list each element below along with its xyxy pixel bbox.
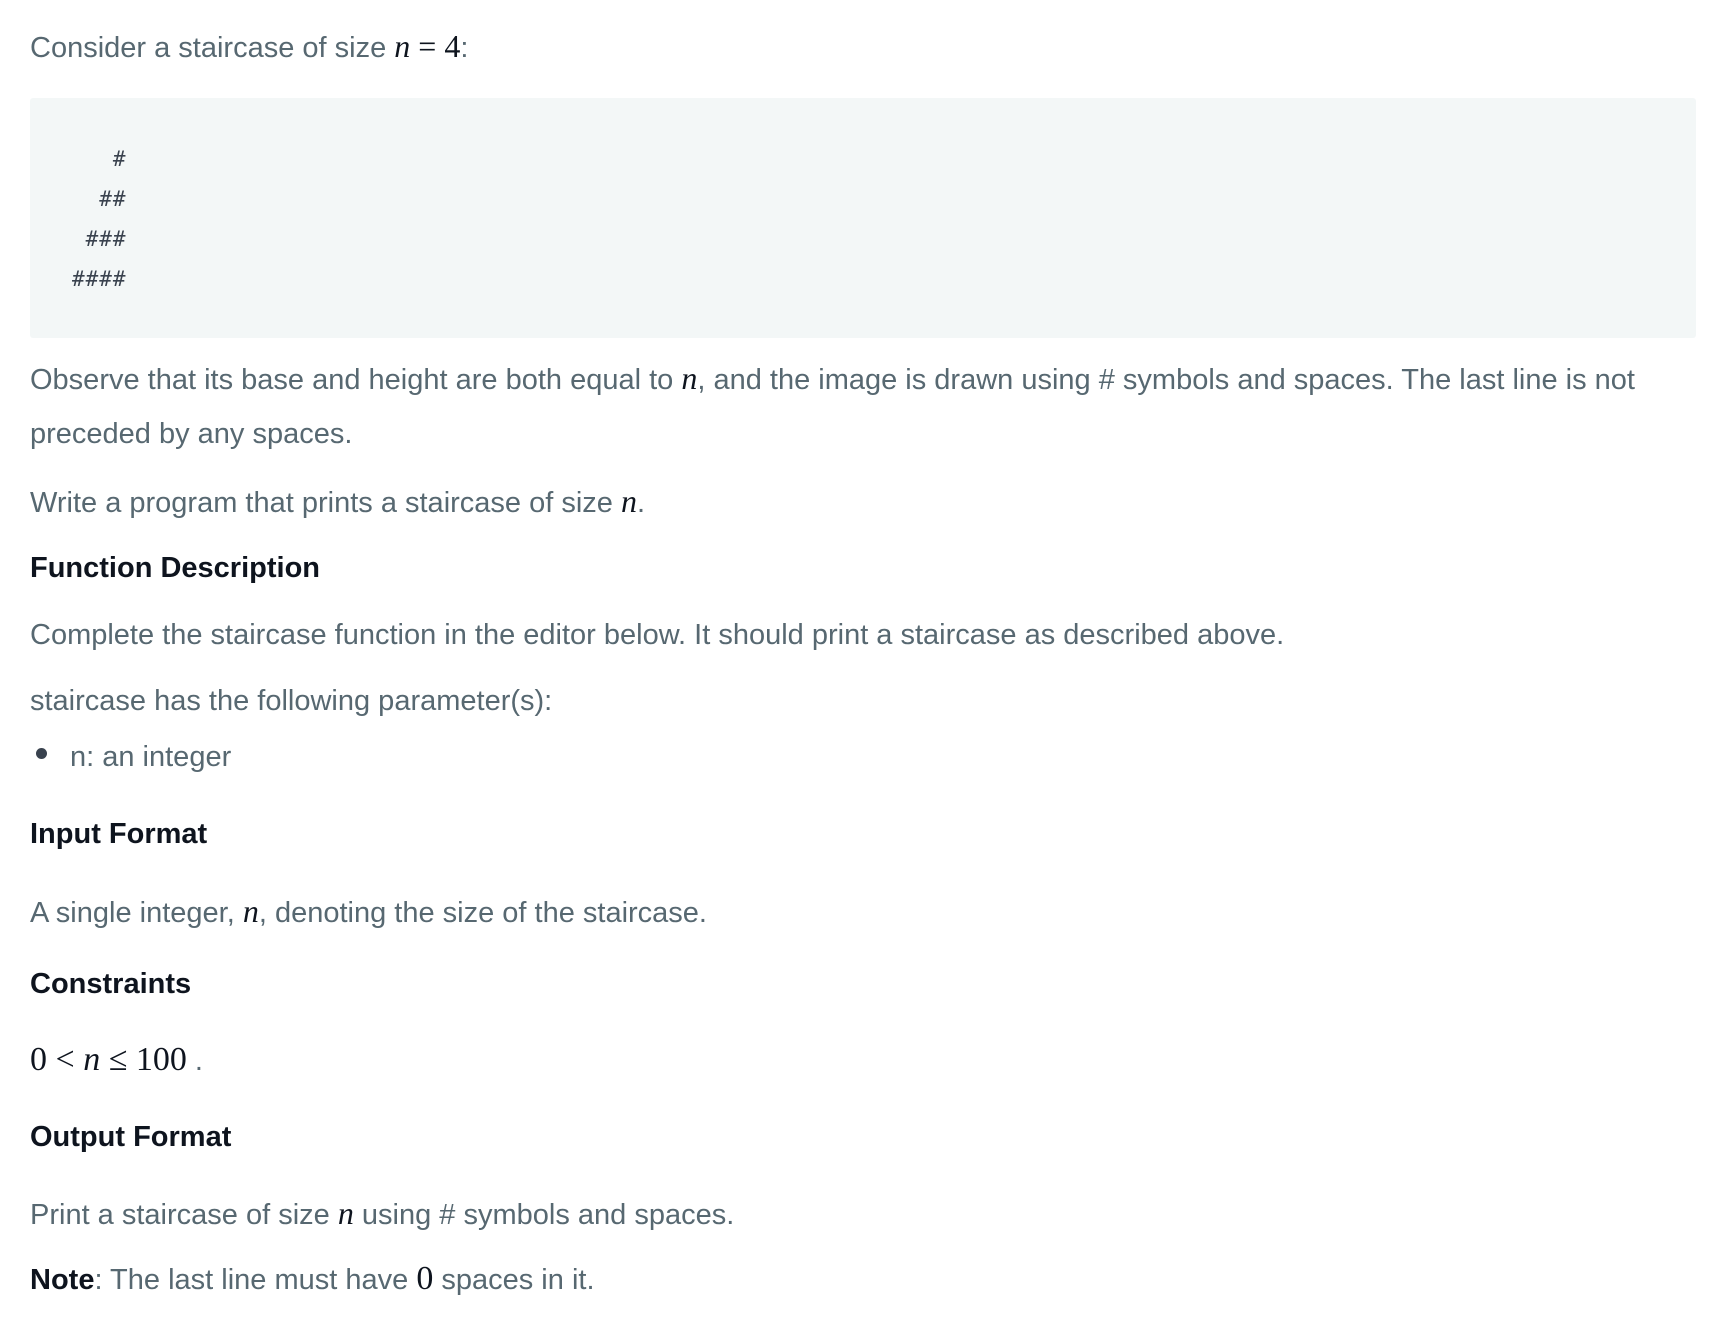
function-description-heading: Function Description xyxy=(30,552,320,584)
observe-text-a: Observe that its base and height are bot… xyxy=(30,364,682,396)
constraint-a: 0 < xyxy=(30,1041,84,1078)
write-program-line: Write a program that prints a staircase … xyxy=(30,483,645,521)
output-var: n xyxy=(337,1195,354,1231)
bullet-icon xyxy=(36,748,47,759)
note-text-a: : The last line must have xyxy=(94,1264,417,1296)
code-line-4: #### xyxy=(72,267,127,291)
code-line-1: # xyxy=(72,147,127,171)
input-format-heading: Input Format xyxy=(30,818,208,850)
write-var: n xyxy=(620,483,637,519)
observe-text-b: , and the image is drawn using # symbols… xyxy=(697,364,1635,396)
note-label: Note xyxy=(30,1264,95,1296)
intro-math: n = 4 xyxy=(394,28,460,64)
intro-var: n xyxy=(394,28,411,64)
params-intro: staircase has the following parameter(s)… xyxy=(30,685,553,717)
constraint-end: . xyxy=(186,1045,203,1077)
output-note: Note: The last line must have 0 spaces i… xyxy=(30,1261,595,1298)
intro-colon: : xyxy=(460,32,469,64)
code-line-2: ## xyxy=(72,187,127,211)
constraint-math: 0 < n ≤ 100 xyxy=(30,1041,187,1078)
constraints-expression: 0 < n ≤ 100 . xyxy=(30,1042,203,1079)
constraint-var: n xyxy=(83,1041,101,1078)
write-end: . xyxy=(636,487,646,519)
intro-text: Consider a staircase of size xyxy=(30,32,395,64)
code-line-3: ### xyxy=(72,227,127,251)
write-text: Write a program that prints a staircase … xyxy=(30,487,621,519)
constraint-b: ≤ 100 xyxy=(100,1041,187,1078)
input-var: n xyxy=(242,893,259,929)
observe-line-1: Observe that its base and height are bot… xyxy=(30,360,1635,398)
input-text-b: , denoting the size of the staircase. xyxy=(258,897,707,929)
param-item: n: an integer xyxy=(70,741,232,773)
output-format-heading: Output Format xyxy=(30,1121,232,1153)
intro-equation: = 4 xyxy=(410,28,461,64)
output-text-a: Print a staircase of size xyxy=(30,1199,338,1231)
observe-line-2: preceded by any spaces. xyxy=(30,418,353,450)
input-format-text: A single integer, n, denoting the size o… xyxy=(30,893,707,931)
output-text-b: using # symbols and spaces. xyxy=(353,1199,735,1231)
note-num: 0 xyxy=(416,1260,434,1297)
problem-statement: Consider a staircase of size n = 4: # ##… xyxy=(0,0,1720,1322)
function-description-text: Complete the staircase function in the e… xyxy=(30,619,1285,651)
note-text-b: spaces in it. xyxy=(433,1264,595,1296)
intro-line: Consider a staircase of size n = 4: xyxy=(30,28,468,66)
observe-var: n xyxy=(681,360,698,396)
constraints-heading: Constraints xyxy=(30,968,192,1000)
input-text-a: A single integer, xyxy=(30,897,243,929)
staircase-example-codeblock: # ## ### #### xyxy=(30,98,1696,338)
output-format-text: Print a staircase of size n using # symb… xyxy=(30,1195,734,1233)
